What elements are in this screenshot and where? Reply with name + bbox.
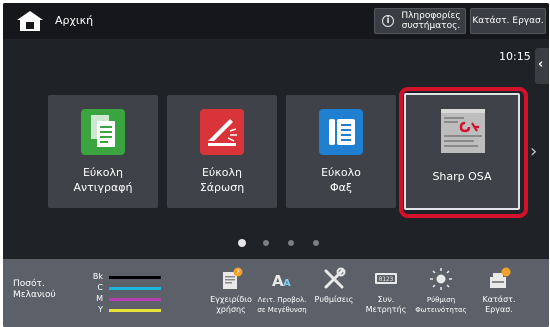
brightness-icon	[430, 268, 452, 290]
system-info-button[interactable]: i Πληροφορίες συστήματος.	[374, 8, 466, 34]
clock: 10:15	[499, 50, 531, 63]
system-info-label: Πληροφορίες συστήματος.	[397, 11, 465, 31]
chevron-right-icon[interactable]: ›	[530, 141, 537, 162]
toner-row-c: C	[73, 283, 173, 293]
toner-level-label-line1: Ποσότ.	[13, 279, 45, 289]
job-status-icon	[490, 267, 511, 288]
tile-label-line1: Εύκολο	[321, 166, 361, 179]
system-info-label-line1: Πληροφορίες	[401, 11, 461, 21]
tile-easy-scan-label: Εύκολη Σάρωση	[167, 165, 277, 195]
toner-bar-c	[109, 287, 161, 290]
top-bar: Αρχική i Πληροφορίες συστήματος. Κατάστ.…	[3, 3, 549, 39]
home-screen: Αρχική i Πληροφορίες συστήματος. Κατάστ.…	[3, 3, 549, 327]
toner-bar-y	[109, 309, 161, 312]
brightness-adjust-button[interactable]: Ρύθμιση Φωτεινότητας	[415, 265, 467, 327]
toner-name: M	[96, 294, 103, 303]
function-label-line2: Φωτεινότητας	[415, 306, 467, 314]
svg-text:?: ?	[236, 269, 240, 277]
function-label-line1: Κατάστ.	[482, 295, 516, 304]
toner-bar-m	[109, 298, 161, 301]
tile-label-line1: Εύκολη	[82, 166, 123, 179]
home-button[interactable]	[15, 10, 45, 32]
svg-text:0123: 0123	[379, 276, 394, 283]
toner-row-y: Y	[73, 305, 173, 315]
sharp-osa-icon	[441, 109, 485, 153]
scanner-icon	[200, 109, 244, 155]
info-icon: i	[382, 15, 394, 27]
settings-tools-icon	[324, 267, 346, 289]
home-icon	[17, 11, 43, 31]
total-count-button[interactable]: 0123 Συν. Μετρητής	[360, 265, 412, 327]
page-title: Αρχική	[55, 14, 94, 27]
toner-level-label: Ποσότ. Μελανιού	[13, 279, 73, 301]
toner-name: Bk	[92, 272, 103, 281]
toner-row-m: M	[73, 294, 173, 304]
enlarge-display-button[interactable]: A A Λειτ. Προβολ. σε Μεγέθυνση	[256, 265, 308, 327]
tile-easy-fax-label: Εύκολο Φαξ	[286, 165, 396, 195]
tile-label-line1: Εύκολη	[201, 166, 242, 179]
page-dot-2[interactable]	[263, 240, 269, 246]
toner-name: Y	[98, 305, 103, 314]
chevron-left-icon: ‹	[538, 57, 544, 72]
settings-button[interactable]: Ρυθμίσεις	[308, 265, 360, 327]
page-dot-3[interactable]	[288, 240, 294, 246]
function-label-line1: Ρύθμιση	[426, 296, 456, 304]
function-label-line2: Εργασ.	[485, 305, 513, 314]
page-dot-4[interactable]	[313, 240, 319, 246]
job-status-function-button[interactable]: Κατάστ. Εργασ.	[473, 265, 525, 327]
manual-icon: ?	[223, 267, 243, 289]
function-label-line2: σε Μεγέθυνση	[257, 306, 307, 314]
job-status-function-label: Κατάστ. Εργασ.	[467, 295, 531, 315]
tile-sharp-osa[interactable]: Sharp OSA	[404, 93, 520, 210]
counter-icon: 0123	[375, 273, 397, 284]
toner-row-bk: Bk	[73, 272, 173, 282]
page-dot-1[interactable]	[238, 239, 246, 247]
svg-text:A: A	[283, 278, 291, 289]
job-status-button[interactable]: Κατάστ. Εργασ.	[470, 8, 546, 34]
toner-name: C	[97, 283, 103, 292]
tile-easy-copy[interactable]: Εύκολη Αντιγραφή	[48, 95, 158, 208]
tile-sharp-osa-label: Sharp OSA	[432, 170, 492, 183]
bottom-bar: Ποσότ. Μελανιού Bk C M Y ? Εγχειρίδιο χρ…	[3, 259, 549, 327]
toner-level-label-line2: Μελανιού	[13, 290, 56, 300]
tile-label-line2: Φαξ	[329, 181, 353, 194]
side-panel-tab[interactable]: ‹	[535, 48, 549, 84]
copy-icon	[81, 109, 125, 155]
brightness-adjust-label: Ρύθμιση Φωτεινότητας	[409, 295, 473, 315]
tile-easy-copy-label: Εύκολη Αντιγραφή	[48, 165, 158, 195]
tile-label-line2: Σάρωση	[199, 181, 245, 194]
toner-bar-bk	[109, 276, 161, 279]
enlarge-text-icon: A A	[272, 272, 291, 290]
tile-easy-fax[interactable]: Εύκολο Φαξ	[286, 95, 396, 208]
fax-icon	[319, 109, 363, 155]
tile-easy-scan[interactable]: Εύκολη Σάρωση	[167, 95, 277, 208]
system-info-label-line2: συστήματος.	[401, 21, 461, 31]
tile-label-line2: Αντιγραφή	[73, 181, 133, 194]
